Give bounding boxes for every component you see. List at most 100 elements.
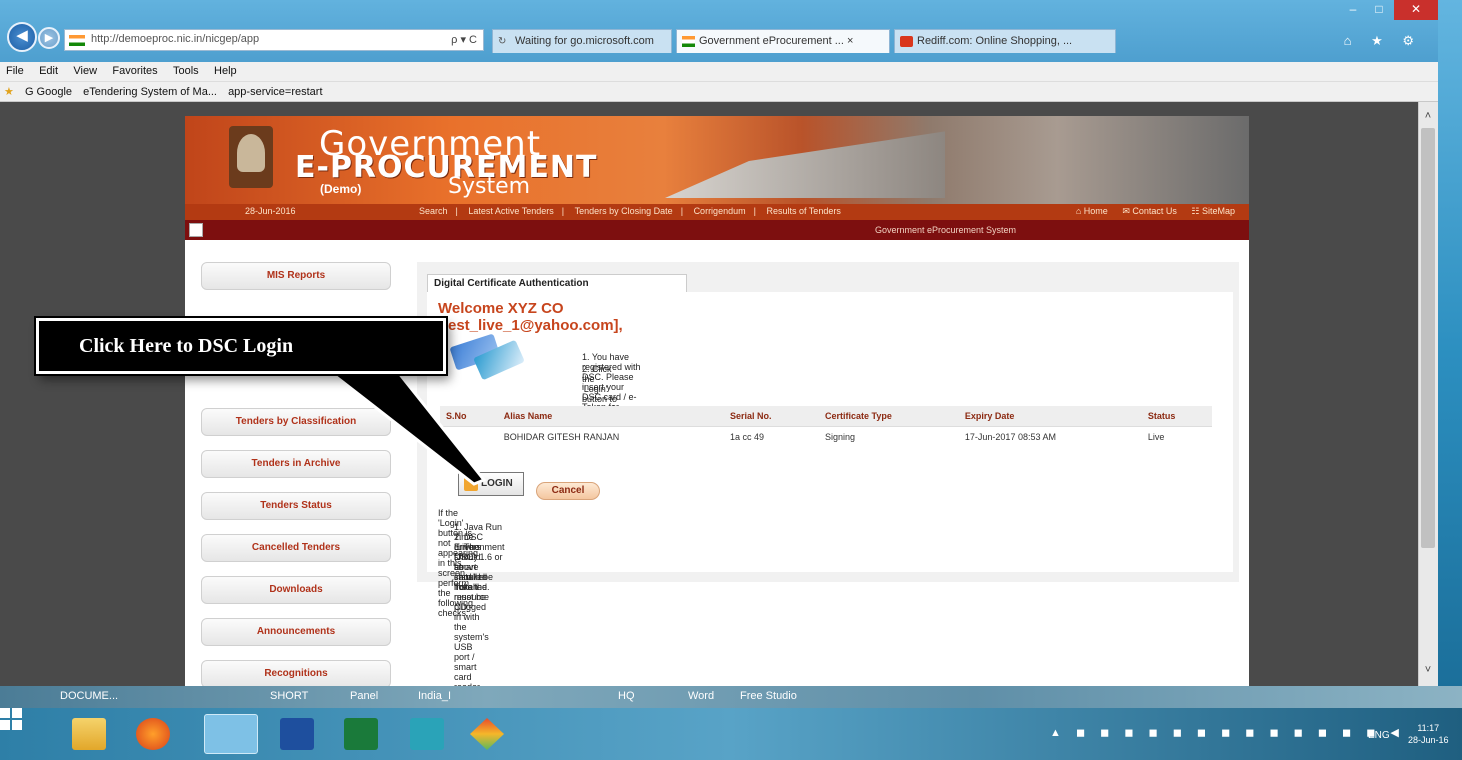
national-emblem-icon: [229, 126, 273, 188]
forward-arrow-icon[interactable]: ▶: [38, 27, 60, 49]
clock-date: 28-Jun-16: [1408, 735, 1449, 745]
desktop-edge: [1438, 0, 1462, 708]
nav-results-of-tenders[interactable]: Results of Tenders: [762, 206, 844, 216]
dam-photo: [665, 131, 945, 198]
nav-tenders-by-closing-date[interactable]: Tenders by Closing Date: [571, 206, 677, 216]
sidebar-item-tenders-status[interactable]: Tenders Status: [201, 492, 391, 520]
media-app-icon[interactable]: [410, 718, 444, 750]
close-icon[interactable]: ✕: [1394, 0, 1438, 20]
desktop-item[interactable]: HQ: [618, 690, 635, 702]
col-status: Status: [1141, 406, 1212, 427]
menu-file[interactable]: File: [0, 62, 30, 77]
address-tools[interactable]: ρ ▾ C: [451, 33, 477, 46]
tab-label: Waiting for go.microsoft.com: [515, 35, 654, 47]
page-document-icon[interactable]: [189, 223, 203, 237]
nav-corrigendum[interactable]: Corrigendum: [690, 206, 750, 216]
notice-item: 3. The DSC smart card / e-Token must be …: [454, 542, 489, 692]
sidebar-item-recognitions[interactable]: Recognitions: [201, 660, 391, 686]
brand-eprocurement: E-PROCUREMENT: [295, 150, 598, 185]
menu-bar: File Edit View Favorites Tools Help: [0, 62, 1438, 82]
bluestacks-icon[interactable]: [470, 718, 504, 750]
taskbar-clock[interactable]: 11:17 28-Jun-16: [1408, 722, 1449, 746]
taskbar: ▲ ◼ ◼ ◼ ◼ ◼ ◼ ◼ ◼ ◼ ◼ ◼ ◼ ◼ ◀ ENG 11:17 …: [0, 708, 1462, 760]
word-icon[interactable]: [280, 718, 314, 750]
col-sno: S.No: [440, 406, 498, 427]
minimize-icon[interactable]: –: [1340, 0, 1366, 20]
home-link[interactable]: ⌂ Home: [1070, 206, 1114, 216]
favorites-bar: ★ G Google eTendering System of Ma... ap…: [0, 82, 1438, 102]
desktop-item[interactable]: India_I: [418, 690, 451, 702]
welcome-text: Welcome XYZ CO [test_live_1@yahoo.com],: [438, 300, 623, 334]
callout-text: Click Here to DSC Login: [79, 335, 294, 357]
cell-alias-name: BOHIDAR GITESH RANJAN: [503, 432, 620, 442]
sidebar: MIS Reports Tenders by Classification Te…: [185, 240, 415, 686]
desktop-item[interactable]: Word: [688, 690, 714, 702]
top-nav-strip: 28-Jun-2016 Search | Latest Active Tender…: [185, 204, 1249, 220]
favorite-app-service[interactable]: app-service=restart: [224, 83, 326, 98]
sidebar-item-tenders-in-archive[interactable]: Tenders in Archive: [201, 450, 391, 478]
table-row[interactable]: BOHIDAR GITESH RANJAN 1a cc 49 Signing 1…: [440, 427, 1212, 448]
nav-separator: |: [561, 206, 565, 216]
sidebar-item-cancelled-tenders[interactable]: Cancelled Tenders: [201, 534, 391, 562]
brand-demo: (Demo): [320, 182, 362, 196]
tab-label: Government eProcurement ... ×: [699, 35, 854, 47]
excel-icon[interactable]: [344, 718, 378, 750]
toolbar-icons[interactable]: ⌂ ★ ⚙: [1344, 33, 1422, 49]
desktop-item[interactable]: SHORT: [270, 690, 308, 702]
top-nav: Search | Latest Active Tenders | Tenders b…: [415, 206, 845, 216]
loading-icon: ↻: [498, 36, 507, 47]
address-bar[interactable]: http://demoeproc.nic.in/nicgep/app ρ ▾ C: [64, 29, 484, 51]
scroll-down-icon[interactable]: ˅: [1418, 664, 1438, 678]
cell-status: Live: [1147, 432, 1165, 442]
menu-favorites[interactable]: Favorites: [106, 62, 163, 77]
site-banner: Government E-PROCUREMENT (Demo) System: [185, 116, 1249, 204]
login-button[interactable]: LOGIN: [458, 472, 524, 496]
tab-eprocurement[interactable]: Government eProcurement ... ×: [676, 29, 890, 53]
nav-latest-active-tenders[interactable]: Latest Active Tenders: [464, 206, 557, 216]
col-certificate-type: Certificate Type: [818, 406, 959, 427]
scroll-up-icon[interactable]: ˄: [1418, 110, 1438, 124]
firefox-icon[interactable]: [136, 718, 170, 750]
nav-search[interactable]: Search: [415, 206, 452, 216]
menu-help[interactable]: Help: [208, 62, 243, 77]
windows-start-icon[interactable]: [0, 708, 22, 730]
menu-edit[interactable]: Edit: [33, 62, 64, 77]
sidebar-item-mis-reports[interactable]: MIS Reports: [201, 262, 391, 290]
tab-rediff[interactable]: Rediff.com: Online Shopping, ...: [894, 29, 1116, 53]
cell-expiry-date: 17-Jun-2017 08:53 AM: [964, 432, 1056, 442]
col-expiry-date: Expiry Date: [958, 406, 1142, 427]
language-indicator[interactable]: ENG: [1368, 730, 1390, 741]
menu-view[interactable]: View: [67, 62, 103, 77]
file-explorer-icon[interactable]: [72, 718, 106, 750]
callout-box: Click Here to DSC Login: [36, 318, 446, 374]
cancel-button[interactable]: Cancel: [536, 482, 600, 500]
scrollbar-thumb[interactable]: [1421, 128, 1435, 548]
key-icon: [464, 477, 478, 491]
cell-serial-no: 1a cc 49: [730, 432, 765, 442]
maximize-icon[interactable]: □: [1366, 0, 1392, 20]
desktop-item[interactable]: Free Studio: [740, 690, 797, 702]
sidebar-item-tenders-by-classification[interactable]: Tenders by Classification: [201, 408, 391, 436]
menu-tools[interactable]: Tools: [167, 62, 205, 77]
desktop-item[interactable]: DOCUME...: [60, 690, 118, 702]
current-date: 28-Jun-2016: [245, 206, 296, 216]
tab-label: Rediff.com: Online Shopping, ...: [917, 35, 1073, 47]
favorites-star-icon[interactable]: ★: [0, 82, 18, 98]
system-tray[interactable]: ▲ ◼ ◼ ◼ ◼ ◼ ◼ ◼ ◼ ◼ ◼ ◼ ◼ ◼ ◀: [1050, 726, 1405, 739]
back-arrow-icon[interactable]: ◀: [7, 22, 37, 52]
contact-us-link[interactable]: ✉ Contact Us: [1116, 206, 1183, 216]
sidebar-item-announcements[interactable]: Announcements: [201, 618, 391, 646]
tab-waiting[interactable]: ↻ Waiting for go.microsoft.com: [492, 29, 672, 53]
brand-system: System: [448, 174, 531, 199]
favorite-google[interactable]: G Google: [21, 83, 76, 98]
desktop-item[interactable]: Panel: [350, 690, 378, 702]
sidebar-item-downloads[interactable]: Downloads: [201, 576, 391, 604]
favorite-etendering[interactable]: eTendering System of Ma...: [79, 83, 221, 98]
browser-titlebar: ◀ ▶ http://demoeproc.nic.in/nicgep/app ρ…: [0, 0, 1438, 62]
cell-certificate-type: Signing: [824, 432, 855, 442]
sitemap-link[interactable]: ☷ SiteMap: [1185, 206, 1241, 216]
desktop-shortcut-strip: DOCUME... SHORT Panel India_I HQ Word Fr…: [0, 686, 1462, 708]
dsc-certificate-table: S.No Alias Name Serial No. Certificate T…: [440, 406, 1212, 447]
address-url[interactable]: http://demoeproc.nic.in/nicgep/app: [91, 33, 259, 45]
internet-explorer-icon[interactable]: [204, 714, 258, 754]
